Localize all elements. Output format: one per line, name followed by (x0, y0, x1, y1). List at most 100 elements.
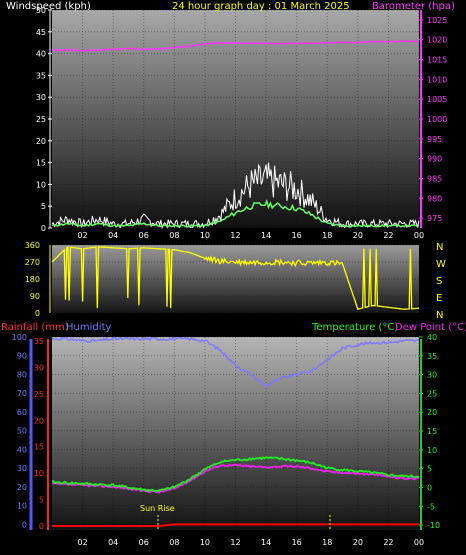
baro-tick-label: 1025 (427, 16, 447, 25)
x-tick-label: 18 (322, 538, 332, 547)
humidity-tick-label: 60 (17, 408, 27, 417)
x-tick-label: 20 (353, 538, 363, 547)
humidity-tick-label: 40 (17, 445, 27, 454)
baro-tick-label: 990 (427, 155, 442, 164)
rainfall-tick-label: 30 (34, 363, 44, 372)
baro-tick-label: 995 (427, 135, 442, 144)
humidity-tick-label: 10 (17, 502, 27, 511)
temperature-tick-label: 10 (427, 446, 437, 455)
x-tick-label: 14 (261, 538, 271, 547)
temperature-tick-label: 25 (427, 389, 437, 398)
temperature-tick-label: 30 (427, 371, 437, 380)
temperature-tick-label: 0 (427, 483, 432, 492)
temperature-axis-ticks: -10 -5 0 5 10 15 20 25 30 35 40 (419, 333, 440, 530)
wind-tick-label: 30 (36, 93, 46, 102)
temperature-tick-label: 35 (427, 352, 437, 361)
baro-axis-ticks: 975 980 985 990 995 1000 1005 1010 1015 1020 1025 (419, 10, 447, 228)
humidity-tick-label: 0 (22, 520, 27, 529)
x-tick-label: 04 (108, 538, 118, 547)
rainfall-tick-label: 20 (34, 416, 44, 425)
x-tick-label: 16 (292, 231, 302, 240)
wind-tick-label: 15 (36, 159, 46, 168)
temperature-tick-label: 40 (427, 333, 437, 342)
humidity-axis-ticks: 0 10 20 30 40 50 60 70 80 90 100 (12, 333, 27, 529)
humidity-tick-label: 90 (17, 352, 27, 361)
humidity-tick-label: 30 (17, 464, 27, 473)
rainfall-tick-label: 0 (39, 522, 44, 531)
baro-axis-title: Barometer (hpa) (372, 1, 455, 12)
direction-tick-label: 0 (35, 309, 40, 318)
x-tick-label: 12 (230, 538, 240, 547)
wind-tick-label: 40 (36, 50, 46, 59)
x-tick-label: 16 (292, 538, 302, 547)
baro-tick-label: 1010 (427, 75, 447, 84)
humidity-tick-label: 70 (17, 389, 27, 398)
baro-tick-label: 975 (427, 214, 442, 223)
wind-tick-label: 5 (41, 202, 46, 211)
humidity-tick-label: 50 (17, 427, 27, 436)
dewpoint-axis-title: Dew Point (°C) (395, 322, 466, 333)
wind-axis-title: Windspeed (kph) (6, 1, 91, 12)
baro-tick-label: 980 (427, 194, 442, 203)
baro-tick-label: 1020 (427, 36, 447, 45)
temp-humidity-panel: 0102030405060708090100 05101520253035 -1… (12, 333, 440, 547)
wind-baro-panel: 05101520253035404550 9759809859909951000… (36, 6, 448, 240)
wind-direction-panel: 090180270360 NWSEN (25, 241, 446, 321)
baro-tick-label: 1005 (427, 95, 447, 104)
sunrise-label: Sun Rise (140, 504, 175, 513)
x-tick-label: 10 (200, 538, 210, 547)
direction-tick-label: 180 (25, 275, 40, 284)
rainfall-tick-label: 10 (34, 469, 44, 478)
wind-tick-label: 20 (36, 137, 46, 146)
compass-letter: W (436, 259, 446, 270)
compass-letter: N (436, 310, 443, 321)
x-tick-label: 20 (353, 231, 363, 240)
wind-tick-label: 0 (41, 224, 46, 233)
x-tick-label: 06 (139, 538, 149, 547)
compass-letter: E (436, 293, 442, 304)
compass-letter: N (436, 242, 443, 253)
compass-letters: NWSEN (436, 242, 446, 321)
temperature-tick-label: 5 (427, 465, 432, 474)
x-tick-label: 04 (108, 231, 118, 240)
direction-tick-label: 270 (25, 258, 40, 267)
humidity-tick-label: 20 (17, 483, 27, 492)
rainfall-axis-ticks: 0 5 10 15 20 25 30 35 (34, 337, 44, 531)
compass-letter: S (436, 276, 442, 287)
weather-24h-graph: 05101520253035404550 9759809859909951000… (1, 1, 466, 547)
wind-tick-label: 45 (36, 28, 46, 37)
wind-axis-ticks: 05101520253035404550 (36, 6, 52, 233)
rainfall-axis-title: Rainfall (mm) (1, 322, 69, 333)
temp-x-axis-ticks: 02 04 06 08 10 12 14 16 18 20 22 00 (77, 538, 424, 547)
direction-tick-label: 360 (25, 241, 40, 250)
direction-tick-label: 90 (30, 292, 40, 301)
wind-x-axis-ticks: 02 04 06 08 10 12 14 16 18 20 22 00 (77, 231, 424, 240)
baro-tick-label: 1015 (427, 56, 447, 65)
x-tick-label: 14 (261, 231, 271, 240)
x-tick-label: 12 (230, 231, 240, 240)
temperature-tick-label: 20 (427, 408, 437, 417)
x-tick-label: 02 (77, 538, 87, 547)
baro-tick-label: 1000 (427, 115, 447, 124)
chart-title: 24 hour graph day : 01 March 2025 (172, 1, 350, 12)
rainfall-tick-label: 15 (34, 443, 44, 452)
wind-tick-label: 35 (36, 71, 46, 80)
x-tick-label: 02 (77, 231, 87, 240)
x-tick-label: 08 (169, 538, 179, 547)
wind-tick-label: 10 (36, 180, 46, 189)
direction-axis-ticks: 0 90 180 270 360 (25, 241, 51, 318)
x-tick-label: 10 (200, 231, 210, 240)
rainfall-tick-label: 5 (39, 496, 44, 505)
x-tick-label: 22 (383, 231, 393, 240)
x-tick-label: 06 (139, 231, 149, 240)
baro-tick-label: 985 (427, 174, 442, 183)
humidity-axis-title: Humidity (66, 322, 111, 333)
temperature-tick-label: 15 (427, 427, 437, 436)
x-tick-label: 22 (383, 538, 393, 547)
rainfall-tick-label: 35 (34, 337, 44, 346)
x-tick-label: 00 (414, 231, 424, 240)
x-tick-label: 00 (414, 538, 424, 547)
humidity-tick-label: 80 (17, 370, 27, 379)
temperature-axis-title: Temperature (°C) (311, 322, 398, 333)
temperature-tick-label: -10 (427, 521, 440, 530)
